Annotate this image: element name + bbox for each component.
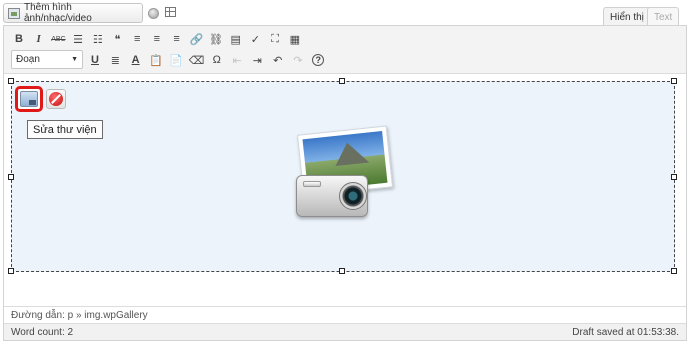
spellcheck-button[interactable]: ✓ [246,30,264,48]
paste-word-button[interactable]: 📄 [167,51,185,69]
element-path-bar: Đường dẫn: p » img.wpGallery [4,306,686,323]
blockquote-icon: ❝ [114,33,121,46]
justify-icon: ≣ [110,54,120,67]
resize-handle-w[interactable] [8,174,14,180]
tooltip-text: Sửa thư viện [33,123,97,136]
fullscreen-button[interactable]: ⛶ [266,30,284,48]
add-media-label: Thêm hình ảnh/nhạc/video [23,2,92,24]
resize-handle-n[interactable] [339,78,345,84]
justify-button[interactable]: ≣ [106,51,124,69]
camera-lens [339,182,367,210]
edit-gallery-icon [20,91,38,107]
delete-gallery-icon [49,92,63,106]
resize-handle-s[interactable] [339,268,345,274]
delete-gallery-button[interactable] [46,89,66,109]
outdent-icon: ⇤ [232,54,242,67]
align-right-icon: ≡ [173,33,180,45]
text-color-icon: A [131,54,140,66]
align-right-button[interactable]: ≡ [168,30,186,48]
special-char-button[interactable]: Ω [208,51,226,69]
redo-icon: ↷ [293,54,303,67]
redo-button[interactable]: ↷ [289,51,307,69]
align-left-button[interactable]: ≡ [128,30,146,48]
text-color-button[interactable]: A [127,51,145,69]
element-path: Đường dẫn: p » img.wpGallery [11,309,148,321]
unlink-icon: ⛓ [209,33,223,46]
format-select-value: Đoạn [16,54,40,65]
clear-format-icon: ⌫ [188,54,205,67]
format-select[interactable]: Đoạn ▼ [11,50,83,69]
underline-icon: U [91,54,99,66]
indent-button[interactable]: ⇥ [248,51,266,69]
undo-icon: ↶ [273,54,283,67]
bold-button[interactable]: B [10,30,28,48]
resize-handle-sw[interactable] [8,268,14,274]
align-left-icon: ≡ [133,33,141,45]
kitchen-sink-button[interactable]: ▦ [286,30,304,48]
bullet-list-button[interactable]: ☰ [69,30,87,48]
fullscreen-icon: ⛶ [271,32,279,45]
resize-handle-se[interactable] [671,268,677,274]
indent-icon: ⇥ [252,54,262,67]
numbered-list-button[interactable]: ☷ [89,30,107,48]
clear-format-button[interactable]: ⌫ [188,51,206,69]
unlink-button[interactable]: ⛓ [207,30,225,48]
camera-photo-icon [296,175,368,217]
paste-text-icon: 📋 [149,54,163,67]
insert-link-icon: 🔗 [189,33,204,46]
strikethrough-button[interactable]: ABC [49,30,67,48]
spellcheck-icon: ✓ [250,33,260,46]
blockquote-button[interactable]: ❝ [109,30,127,48]
bullet-list-icon: ☰ [73,33,84,46]
insert-more-button[interactable]: ▤ [227,30,245,48]
camera-flash [303,181,321,187]
italic-icon: I [36,33,41,45]
special-char-icon: Ω [212,54,221,66]
add-media-icon [8,7,20,19]
undo-button[interactable]: ↶ [269,51,287,69]
kitchen-sink-icon: ▦ [289,33,300,46]
align-center-icon: ≡ [153,33,161,45]
italic-button[interactable]: I [30,30,48,48]
word-count: Word count: 2 [11,326,74,338]
insert-link-button[interactable]: 🔗 [187,30,205,48]
add-form-icon[interactable] [148,8,159,19]
numbered-list-icon: ☷ [92,33,103,46]
tooltip: Sửa thư viện [27,120,103,139]
underline-button[interactable]: U [86,51,104,69]
strikethrough-icon: ABC [51,35,66,43]
edit-gallery-button[interactable] [15,86,43,112]
resize-handle-nw[interactable] [8,78,14,84]
paste-text-button[interactable]: 📋 [147,51,165,69]
align-center-button[interactable]: ≡ [148,30,166,48]
bold-icon: B [15,33,23,45]
resize-handle-e[interactable] [671,174,677,180]
add-media-button[interactable]: Thêm hình ảnh/nhạc/video [3,2,143,24]
chevron-down-icon: ▼ [71,56,78,63]
help-icon: ? [312,54,325,66]
resize-handle-ne[interactable] [671,78,677,84]
draft-saved-status: Draft saved at 01:53:38. [572,326,679,338]
tab-visual-label: Hiển thị [610,11,644,23]
paste-word-icon: 📄 [169,54,184,67]
insert-table-icon[interactable] [165,7,176,17]
insert-more-icon: ▤ [230,33,241,46]
tab-visual[interactable]: Hiển thị [603,7,651,26]
tab-text[interactable]: Text [647,7,680,26]
tab-text-label: Text [654,11,673,23]
help-button[interactable]: ? [309,51,327,69]
status-bar: Word count: 2 Draft saved at 01:53:38. [4,323,686,340]
outdent-button[interactable]: ⇤ [228,51,246,69]
